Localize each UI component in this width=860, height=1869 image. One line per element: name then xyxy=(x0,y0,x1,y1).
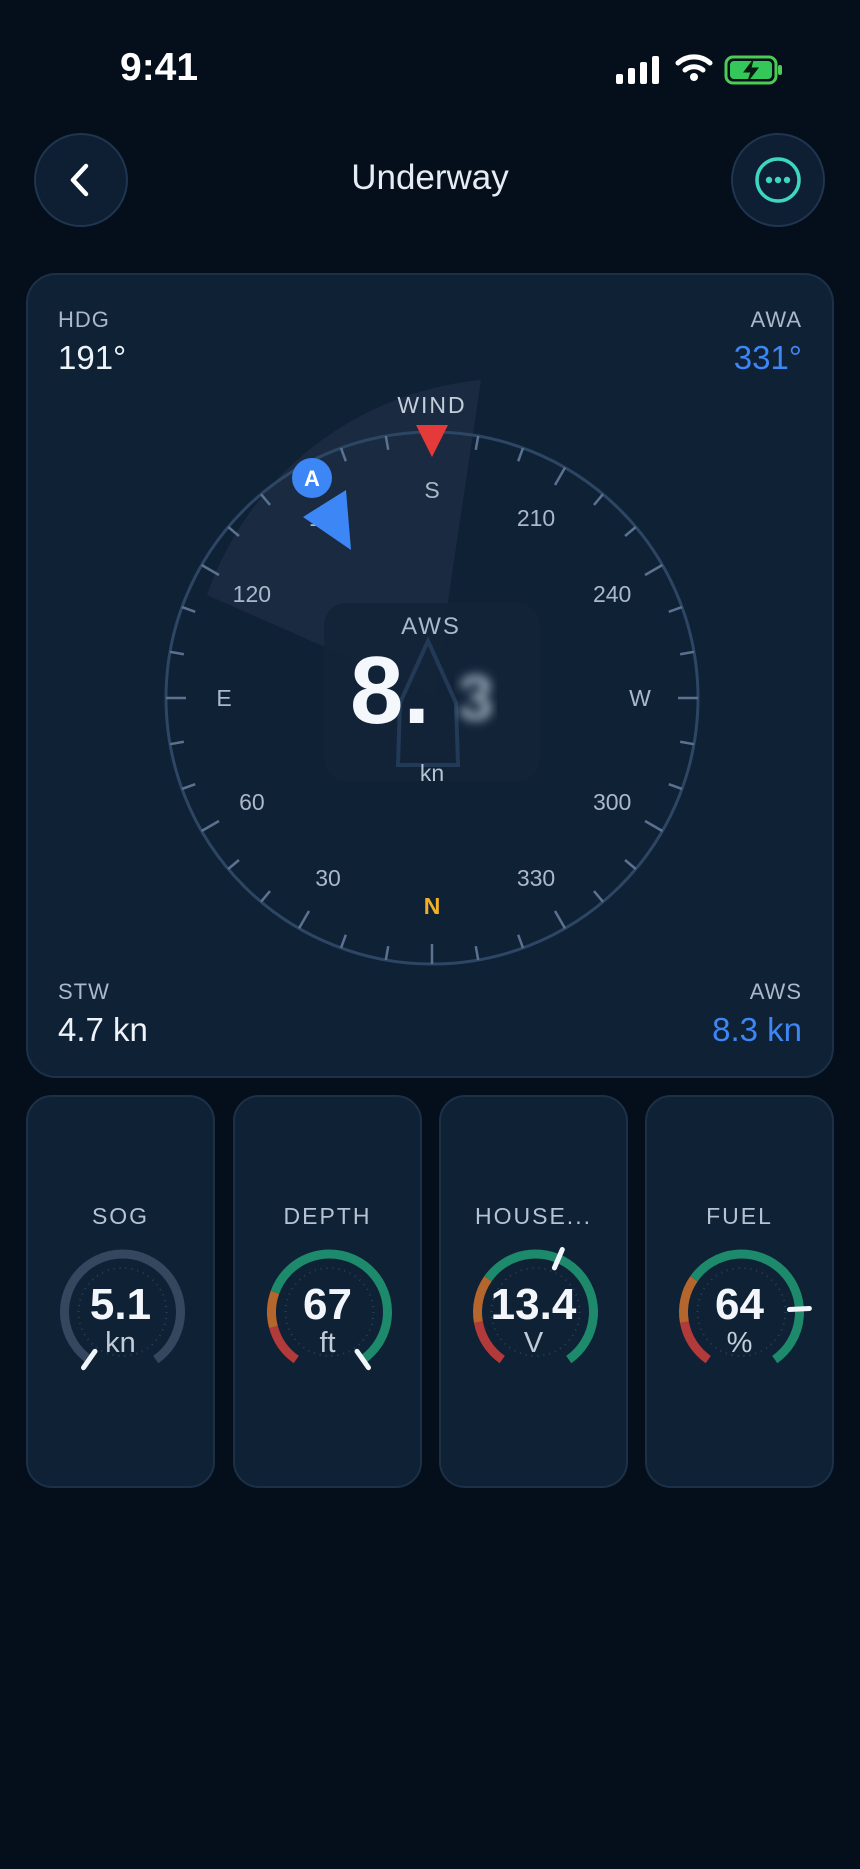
awa-value: 331° xyxy=(733,339,802,376)
gauge-card-sog[interactable]: SOG 5.1 kn xyxy=(26,1095,215,1488)
center-aws-value: 8. xyxy=(350,637,430,744)
compass-tick xyxy=(644,819,663,833)
gauge-card-fuel[interactable]: FUEL 64 % xyxy=(645,1095,834,1488)
compass-tick xyxy=(169,740,185,746)
compass-tick xyxy=(624,859,637,870)
gauge-title: SOG xyxy=(91,1203,150,1229)
compass-label: 330 xyxy=(517,865,555,891)
compass-tick xyxy=(201,563,220,577)
gauge-title: FUEL xyxy=(706,1203,773,1229)
compass-tick xyxy=(181,783,196,791)
center-aws-label: AWS xyxy=(401,613,461,640)
gauge-unit: % xyxy=(726,1327,753,1359)
compass-tick xyxy=(679,740,695,746)
compass-tick xyxy=(169,650,185,656)
compass-label: 240 xyxy=(593,581,631,607)
more-options-button[interactable] xyxy=(731,133,825,227)
gauge-unit: kn xyxy=(105,1327,136,1359)
gauge-title: DEPTH xyxy=(283,1203,372,1229)
compass-label: 300 xyxy=(593,789,631,815)
gauge-value: 5.1 xyxy=(89,1280,152,1329)
compass-tick xyxy=(517,447,525,462)
compass-tick xyxy=(593,890,604,903)
compass-label: E xyxy=(216,685,231,711)
stw-value: 4.7 kn xyxy=(58,1011,148,1048)
compass-tick xyxy=(297,910,311,929)
compass-tick xyxy=(201,819,220,833)
compass-label: 210 xyxy=(517,505,555,531)
center-aws-value-blurred: 3 xyxy=(458,662,494,734)
compass-tick xyxy=(517,934,525,949)
aws-value: 8.3 kn xyxy=(712,1011,802,1048)
compass-label: W xyxy=(629,685,651,711)
gauge-title: HOUSE... xyxy=(475,1203,592,1229)
wind-compass: S210240W300330N3060E120150 AWS 8. 3 kn W… xyxy=(164,380,700,966)
compass-tick xyxy=(181,605,196,613)
compass-label: 30 xyxy=(315,865,341,891)
compass-tick xyxy=(260,890,271,903)
gauge-value: 13.4 xyxy=(490,1280,577,1329)
wind-panel: S210240W300330N3060E120150 AWS 8. 3 kn W… xyxy=(26,273,834,1078)
compass-tick xyxy=(593,493,604,506)
compass-label: 60 xyxy=(239,789,265,815)
awa-readout: AWA 331° xyxy=(734,307,802,377)
more-icon xyxy=(755,157,801,203)
autopilot-badge-label: A xyxy=(304,466,320,491)
gauge-value: 64 xyxy=(715,1280,764,1329)
compass-tick xyxy=(553,467,567,486)
compass-tick xyxy=(679,650,695,656)
compass-tick xyxy=(668,605,683,613)
status-time: 9:41 xyxy=(120,46,199,89)
compass-tick xyxy=(339,934,347,949)
gauge-value: 67 xyxy=(303,1280,352,1329)
compass-tick xyxy=(624,526,637,537)
hdg-readout: HDG 191° xyxy=(58,307,126,377)
compass-label: 120 xyxy=(233,581,271,607)
battery-charging-icon xyxy=(724,55,782,85)
compass-label: N xyxy=(424,893,441,919)
aws-readout: AWS 8.3 kn xyxy=(712,979,802,1049)
compass-tick xyxy=(553,910,567,929)
center-aws-unit: kn xyxy=(420,760,444,786)
hdg-label: HDG xyxy=(58,307,110,332)
compass-tick xyxy=(644,563,663,577)
hdg-value: 191° xyxy=(58,339,127,376)
compass-tick xyxy=(474,945,480,961)
compass-tick xyxy=(384,945,390,961)
stw-label: STW xyxy=(58,979,110,1004)
stw-readout: STW 4.7 kn xyxy=(58,979,148,1049)
compass-label: S xyxy=(424,477,439,503)
compass-tick xyxy=(668,783,683,791)
wind-label: WIND xyxy=(397,392,466,418)
gauge-card-house-battery[interactable]: HOUSE... 13.4 V xyxy=(439,1095,628,1488)
status-bar: 9:41 xyxy=(0,0,860,140)
wifi-icon xyxy=(675,54,713,81)
aws-label: AWS xyxy=(749,979,802,1004)
gauge-unit: V xyxy=(523,1327,544,1359)
gauge-unit: ft xyxy=(319,1327,336,1359)
compass-tick xyxy=(227,859,240,870)
awa-label: AWA xyxy=(750,307,802,332)
gauge-card-depth[interactable]: DEPTH 67 ft xyxy=(233,1095,422,1488)
cellular-signal-icon xyxy=(616,56,659,84)
compass-tick xyxy=(474,435,480,451)
